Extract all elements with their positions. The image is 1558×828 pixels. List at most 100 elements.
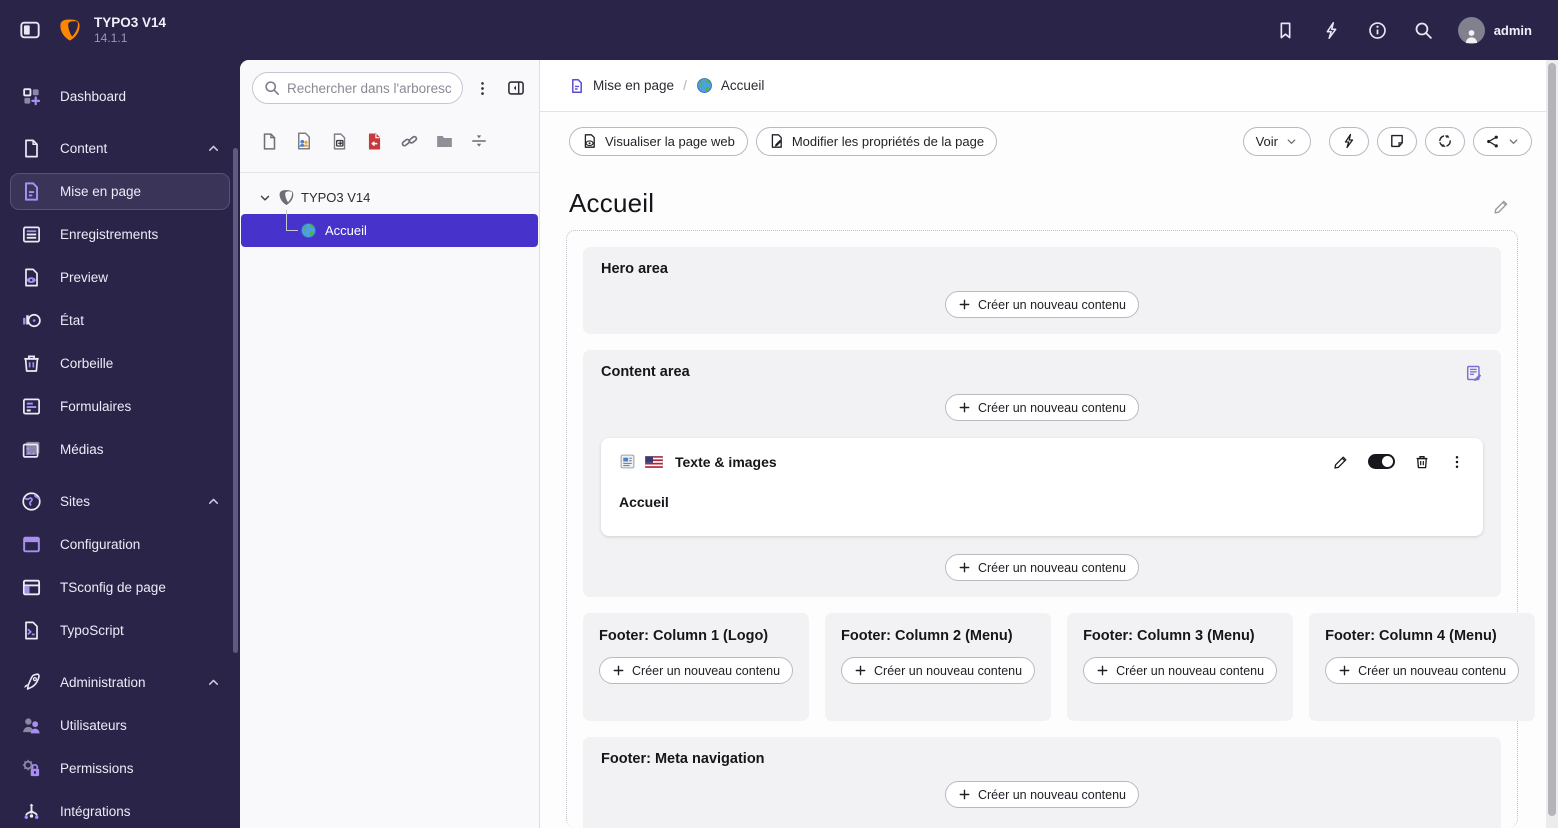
app-version: 14.1.1 (94, 31, 128, 46)
new-mountpoint-page-handle[interactable] (361, 128, 387, 154)
reload-button[interactable] (1425, 126, 1465, 156)
sidebar-item-label: TSconfig de page (60, 580, 166, 595)
column-title: Footer: Column 3 (Menu) (1083, 628, 1255, 644)
create-content-button[interactable]: Créer un nouveau contenu (599, 657, 794, 685)
bookmarks-button[interactable] (1268, 12, 1304, 48)
delete-trash-icon[interactable] (1414, 454, 1430, 470)
sidebar-item-permissions[interactable]: Permissions (10, 750, 230, 787)
create-content-button[interactable]: Créer un nouveau contenu (944, 394, 1140, 421)
create-content-button[interactable]: Créer un nouveau contenu (1083, 657, 1278, 685)
topbar: TYPO3 V14 14.1.1 admin (0, 0, 1558, 60)
view-webpage-button[interactable]: Visualiser la page web (569, 126, 748, 156)
column-title: Content area (601, 364, 690, 380)
create-content-button[interactable]: Créer un nouveau contenu (944, 781, 1140, 808)
sidebar-item-tsconfig[interactable]: TSconfig de page (10, 569, 230, 606)
create-content-button[interactable]: Créer un nouveau contenu (944, 291, 1140, 318)
bookmark-icon (1276, 21, 1295, 40)
note-button[interactable] (1377, 126, 1417, 156)
edit-column-content-icon[interactable] (1465, 364, 1483, 382)
new-page-users-handle[interactable] (291, 128, 317, 154)
column-footer-4: Footer: Column 4 (Menu) Créer un nouveau… (1309, 613, 1536, 721)
breadcrumb-module[interactable]: Mise en page (569, 78, 674, 94)
content-module: Mise en page / Accueil Visualiser la pag… (540, 60, 1558, 828)
sidebar-item-dashboard[interactable]: Dashboard (10, 78, 230, 115)
modulemenu-toggle-button[interactable] (8, 8, 52, 52)
help-button[interactable] (1360, 12, 1396, 48)
new-folder-handle[interactable] (431, 128, 457, 154)
docheader: Visualiser la page web Modifier les prop… (540, 112, 1558, 170)
main-scrollbar[interactable] (1546, 60, 1558, 828)
plus-icon (958, 401, 971, 414)
search-icon (264, 80, 280, 96)
create-content-button[interactable]: Créer un nouveau contenu (944, 554, 1140, 581)
dots-vertical-icon (474, 80, 491, 97)
breadcrumb-page[interactable]: Accueil (696, 77, 765, 94)
dashboard-icon (21, 86, 42, 107)
sidebar-item-enregistrements[interactable]: Enregistrements (10, 216, 230, 253)
sidebar-item-preview[interactable]: Preview (10, 259, 230, 296)
scrollbar-thumb[interactable] (1548, 63, 1556, 816)
content-element-card[interactable]: Texte & images Accueil (601, 438, 1483, 536)
edit-page-properties-button[interactable]: Modifier les propriétés de la page (755, 126, 998, 156)
edit-pencil-icon[interactable] (1333, 454, 1349, 470)
view-dropdown-button[interactable]: Voir (1242, 126, 1311, 156)
new-shortcut-page-handle[interactable] (326, 128, 352, 154)
module-menu: Dashboard Content Mise en page Enregistr… (0, 60, 240, 828)
sidebar-item-label: Configuration (60, 537, 141, 552)
create-content-button[interactable]: Créer un nouveau contenu (841, 657, 1036, 685)
module-menu-scrollbar[interactable] (233, 148, 238, 653)
sidebar-item-corbeille[interactable]: Corbeille (10, 345, 230, 382)
more-dots-icon[interactable] (1449, 454, 1465, 470)
clear-cache-button[interactable] (1314, 12, 1350, 48)
media-photo-icon (21, 439, 42, 460)
note-icon (1389, 133, 1405, 149)
typoscript-code-icon (21, 620, 42, 641)
forms-icon (21, 396, 42, 417)
bolt-icon (1322, 21, 1341, 40)
tree-search-input[interactable] (287, 80, 452, 96)
column-title: Footer: Column 2 (Menu) (841, 628, 1013, 644)
sidebar-item-etat[interactable]: État (10, 302, 230, 339)
new-link-page-handle[interactable] (396, 128, 422, 154)
sidebar-item-administration[interactable]: Administration (10, 664, 230, 701)
tree-collapse-button[interactable] (501, 73, 531, 103)
breadcrumb-page-label: Accueil (720, 78, 765, 93)
brand[interactable]: TYPO3 V14 14.1.1 (58, 15, 166, 46)
edit-title-pencil-icon[interactable] (1493, 198, 1510, 215)
sidebar-item-formulaires[interactable]: Formulaires (10, 388, 230, 425)
sidebar-item-content[interactable]: Content (10, 130, 230, 167)
tree-search[interactable] (252, 72, 463, 104)
sidebar-item-integrations[interactable]: Intégrations (10, 793, 230, 828)
doc-pencil-icon (769, 133, 785, 149)
records-list-icon (21, 224, 42, 245)
sidebar-item-label: Permissions (60, 761, 134, 776)
info-icon (1368, 21, 1387, 40)
sidebar-item-label: Sites (60, 494, 91, 509)
share-dropdown-button[interactable] (1473, 126, 1532, 156)
new-divider-handle[interactable] (466, 128, 492, 154)
visibility-toggle[interactable] (1368, 454, 1395, 469)
sidebar-item-configuration[interactable]: Configuration (10, 526, 230, 563)
sidebar-item-typoscript[interactable]: TypoScript (10, 612, 230, 649)
panel-collapse-icon (507, 79, 525, 97)
layout-doc-icon (569, 78, 585, 94)
search-button[interactable] (1406, 12, 1442, 48)
column-title: Footer: Column 1 (Logo) (599, 628, 769, 644)
sidebar-item-sites[interactable]: Sites (10, 483, 230, 520)
username: admin (1493, 22, 1532, 38)
column-footer-meta: Footer: Meta navigation Créer un nouveau… (583, 737, 1501, 828)
tree-node-root[interactable]: TYPO3 V14 (240, 183, 539, 212)
sidebar-item-label: Mise en page (60, 184, 142, 199)
sidebar-item-label: Médias (60, 442, 104, 457)
tree-menu-button[interactable] (467, 73, 497, 103)
sidebar-item-utilisateurs[interactable]: Utilisateurs (10, 707, 230, 744)
sidebar-item-label: Utilisateurs (60, 718, 127, 733)
cache-bolt-button[interactable] (1329, 126, 1369, 156)
create-content-button[interactable]: Créer un nouveau contenu (1325, 657, 1520, 685)
globe-page-icon (300, 222, 317, 239)
sidebar-item-medias[interactable]: Médias (10, 431, 230, 468)
tree-node-accueil[interactable]: Accueil (241, 210, 538, 247)
new-page-handle[interactable] (256, 128, 282, 154)
sidebar-item-mise-en-page[interactable]: Mise en page (10, 173, 230, 210)
user-menu[interactable]: admin (1452, 13, 1538, 48)
